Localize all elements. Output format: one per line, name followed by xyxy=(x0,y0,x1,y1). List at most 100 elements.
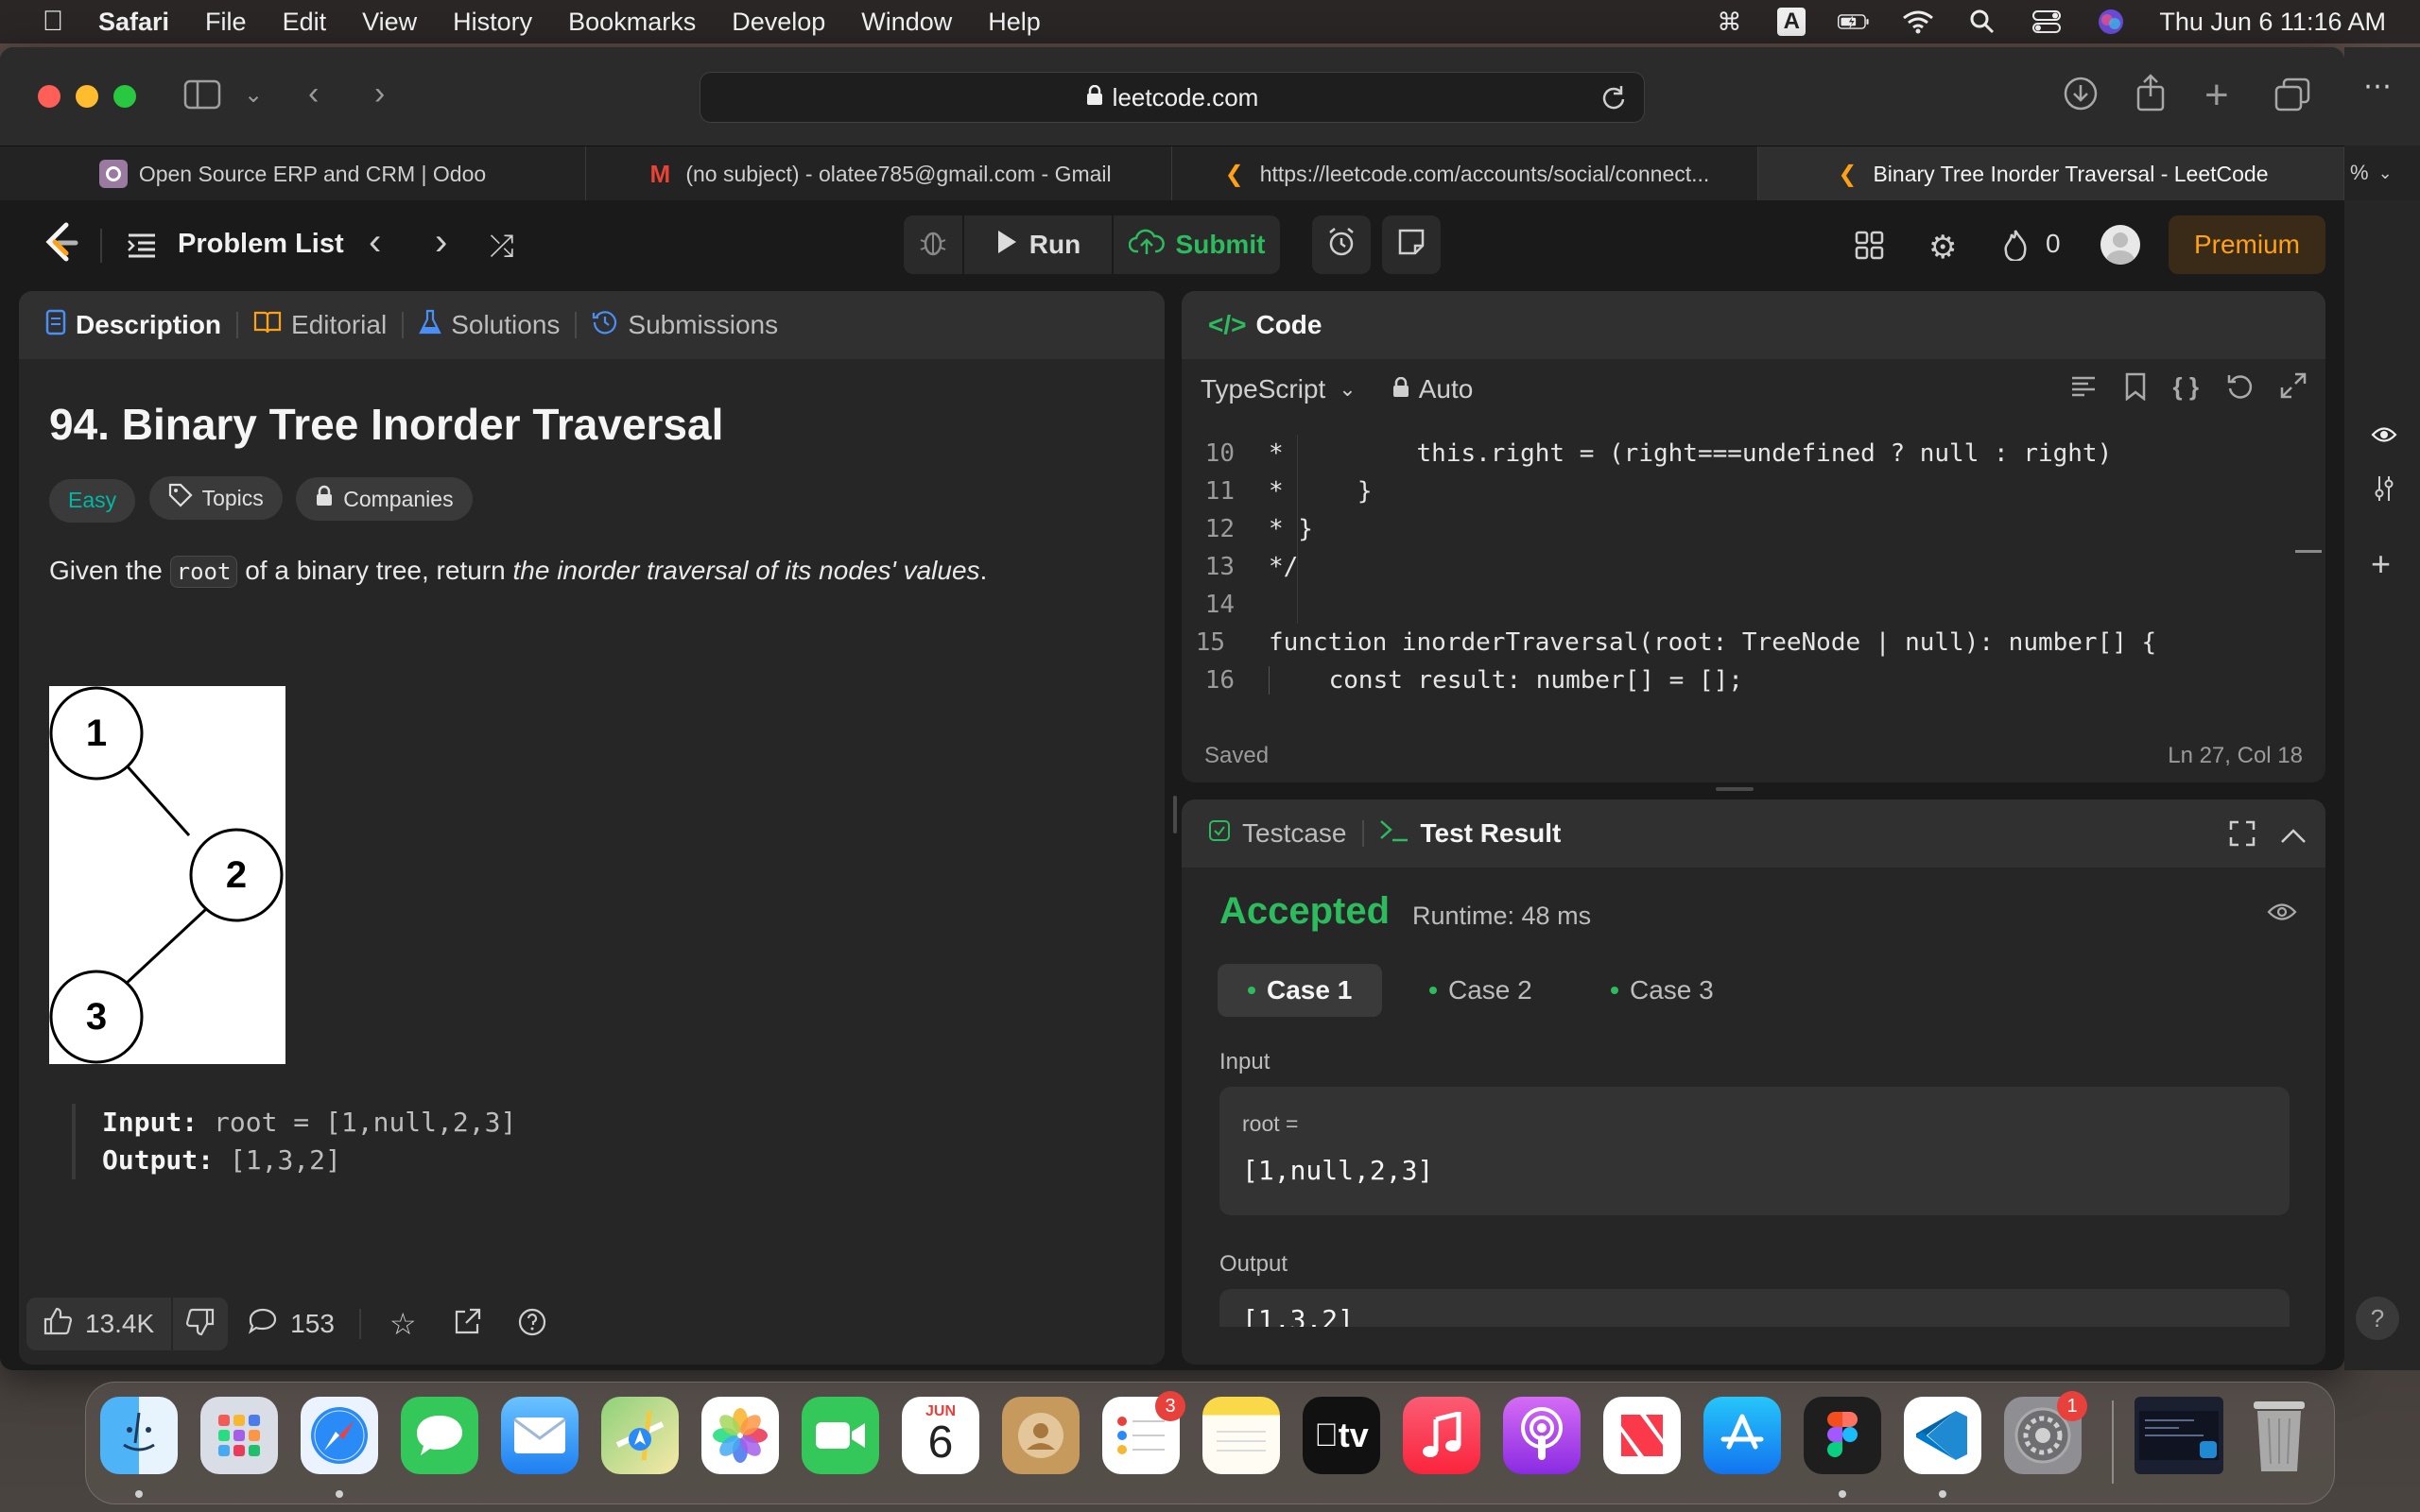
problem-list-link[interactable]: Problem List xyxy=(178,229,344,260)
menu-view[interactable]: View xyxy=(362,8,417,37)
collapse-panel-icon[interactable] xyxy=(2280,822,2307,852)
sidebar-toggle-icon[interactable] xyxy=(183,79,221,118)
like-button[interactable]: 13.4K xyxy=(26,1297,172,1350)
menu-develop[interactable]: Develop xyxy=(732,8,825,37)
finder-icon[interactable] xyxy=(100,1397,178,1474)
address-bar[interactable]: leetcode.com xyxy=(700,72,1645,123)
maps-icon[interactable] xyxy=(601,1397,679,1474)
chevron-down-icon[interactable]: ⌄ xyxy=(244,81,263,109)
facetime-icon[interactable] xyxy=(802,1397,879,1474)
vscode-icon[interactable] xyxy=(1904,1397,1981,1474)
debug-button[interactable] xyxy=(904,215,962,274)
menu-clock[interactable]: Thu Jun 6 11:16 AM xyxy=(2159,8,2386,37)
share-link-icon[interactable] xyxy=(453,1308,481,1341)
menu-history[interactable]: History xyxy=(453,8,532,37)
trash-icon[interactable] xyxy=(2240,1397,2318,1474)
help-circle-icon[interactable]: ? xyxy=(2356,1297,2399,1340)
case-tab-3[interactable]: Case 3 xyxy=(1581,964,1744,1017)
menu-bookmarks[interactable]: Bookmarks xyxy=(568,8,696,37)
battery-icon[interactable] xyxy=(1838,9,1870,35)
timer-button[interactable] xyxy=(1312,215,1371,274)
streak-flame-icon[interactable] xyxy=(2002,229,2029,266)
reset-code-icon[interactable] xyxy=(2225,372,2254,407)
format-code-icon[interactable] xyxy=(2069,372,2098,407)
zoom-window-button[interactable] xyxy=(113,85,136,108)
tab-submissions[interactable]: Submissions xyxy=(628,310,778,340)
braces-icon[interactable]: { } xyxy=(2173,372,2199,407)
input-source-icon[interactable]: A xyxy=(1777,8,1806,36)
chevron-down-icon[interactable]: ⌄ xyxy=(2378,163,2393,183)
apple-menu-icon[interactable]:  xyxy=(36,6,70,38)
tab-editorial[interactable]: Editorial xyxy=(291,310,387,340)
reload-icon[interactable] xyxy=(1600,84,1627,117)
submit-button[interactable]: Submit xyxy=(1114,215,1280,274)
close-window-button[interactable] xyxy=(38,85,60,108)
leetcode-logo-icon[interactable] xyxy=(42,221,79,269)
panel-resize-handle-vertical[interactable] xyxy=(1173,796,1177,833)
app-store-icon[interactable] xyxy=(1703,1397,1781,1474)
mail-icon[interactable] xyxy=(501,1397,579,1474)
menu-file[interactable]: File xyxy=(205,8,247,37)
case-tab-1[interactable]: Case 1 xyxy=(1218,964,1383,1017)
sliders-icon[interactable] xyxy=(2373,474,2395,507)
menu-edit[interactable]: Edit xyxy=(283,8,327,37)
language-select[interactable]: TypeScript ⌄ xyxy=(1201,374,1357,404)
news-icon[interactable] xyxy=(1603,1397,1681,1474)
avatar[interactable] xyxy=(2100,225,2140,265)
menu-app-name[interactable]: Safari xyxy=(98,8,169,37)
tab-description[interactable]: Description xyxy=(76,310,221,340)
forward-icon[interactable]: › xyxy=(374,76,385,112)
scrollbar-marker[interactable] xyxy=(2295,550,2322,553)
companies-chip[interactable]: Companies xyxy=(296,477,473,521)
settings-gear-icon[interactable]: ⚙ xyxy=(1928,229,1957,266)
figma-icon[interactable] xyxy=(1804,1397,1881,1474)
podcasts-icon[interactable] xyxy=(1503,1397,1581,1474)
new-tab-icon[interactable]: + xyxy=(2204,72,2229,119)
star-icon[interactable]: ☆ xyxy=(389,1306,417,1342)
eye-icon[interactable] xyxy=(2267,902,2297,927)
layout-icon[interactable] xyxy=(1855,231,1885,266)
siri-icon[interactable] xyxy=(2095,9,2127,35)
share-icon[interactable] xyxy=(2135,74,2167,120)
topics-chip[interactable]: Topics xyxy=(148,476,283,520)
premium-button[interactable]: Premium xyxy=(2169,215,2325,274)
browser-tab-gmail[interactable]: M (no subject) - olatee785@gmail.com - G… xyxy=(586,146,1172,201)
next-problem-icon[interactable]: › xyxy=(435,221,447,264)
tab-testcase[interactable]: Testcase xyxy=(1242,818,1347,849)
calendar-icon[interactable]: JUN 6 xyxy=(902,1397,979,1474)
browser-tab-odoo[interactable]: Open Source ERP and CRM | Odoo xyxy=(0,146,586,201)
messages-icon[interactable] xyxy=(401,1397,478,1474)
menu-help[interactable]: Help xyxy=(988,8,1041,37)
wifi-icon[interactable] xyxy=(1902,9,1934,35)
eye-icon[interactable] xyxy=(2371,425,2397,449)
tab-test-result[interactable]: Test Result xyxy=(1421,818,1562,849)
comments-button[interactable]: 153 xyxy=(249,1308,335,1341)
expand-icon[interactable] xyxy=(2280,372,2307,407)
safari-icon[interactable] xyxy=(301,1397,378,1474)
browser-tab-leetcode-problem[interactable]: ❮ Binary Tree Inorder Traversal - LeetCo… xyxy=(1758,146,2344,201)
fullscreen-icon[interactable] xyxy=(2229,820,2256,853)
menu-window[interactable]: Window xyxy=(861,8,952,37)
downloads-icon[interactable] xyxy=(2063,76,2099,120)
minimized-window-thumbnail[interactable] xyxy=(2135,1397,2223,1474)
tab-overview-icon[interactable] xyxy=(2274,77,2310,120)
panel-resize-handle[interactable] xyxy=(1716,787,1754,791)
photos-icon[interactable] xyxy=(701,1397,779,1474)
input-box[interactable]: root = [1,null,2,3] xyxy=(1219,1087,2290,1215)
music-icon[interactable] xyxy=(1403,1397,1480,1474)
random-problem-icon[interactable]: ⤮ xyxy=(490,229,514,265)
tab-solutions[interactable]: Solutions xyxy=(451,310,560,340)
problem-title[interactable]: 94. Binary Tree Inorder Traversal xyxy=(49,399,1134,450)
back-icon[interactable]: ‹ xyxy=(308,76,319,112)
launchpad-icon[interactable] xyxy=(200,1397,278,1474)
notes-icon[interactable] xyxy=(1202,1397,1280,1474)
spotlight-search-icon[interactable] xyxy=(1966,9,1998,35)
auto-mode-toggle[interactable]: Auto xyxy=(1392,374,1473,404)
run-button[interactable]: Run xyxy=(964,215,1112,274)
command-key-icon[interactable]: ⌘ xyxy=(1713,8,1745,36)
add-icon[interactable]: + xyxy=(2371,544,2391,584)
dislike-button[interactable] xyxy=(173,1297,229,1350)
contacts-icon[interactable] xyxy=(1002,1397,1080,1474)
control-center-icon[interactable] xyxy=(2031,9,2063,35)
notes-button[interactable] xyxy=(1382,215,1441,274)
